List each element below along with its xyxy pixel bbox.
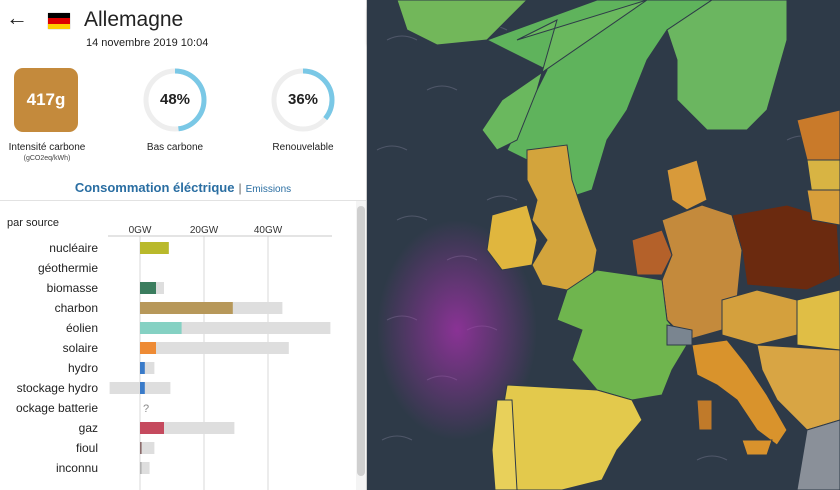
category-label: hydro <box>68 361 98 375</box>
portugal-region <box>491 399 518 490</box>
panel-scrollbar-thumb[interactable] <box>357 206 365 476</box>
production-chart: par source 0GW 20GW 40GW nucléaire géothermi… <box>0 206 356 490</box>
renewable-value: 36% <box>287 91 319 108</box>
tab-divider <box>0 200 366 201</box>
estonia-region <box>796 109 840 161</box>
stats-row: 417g Intensité carbone (gCO2eq/kWh) 48% … <box>0 64 366 174</box>
category-label: charbon <box>55 301 98 315</box>
production-bar <box>140 282 156 294</box>
low-carbon-value: 48% <box>159 91 191 108</box>
category-label: géothermie <box>38 261 98 275</box>
production-bar <box>140 442 142 454</box>
category-label: fioul <box>76 441 98 455</box>
country-panel: ← Allemagne 14 novembre 2019 10:04 417g … <box>0 0 367 490</box>
production-bar <box>140 382 145 394</box>
map-svg[interactable] <box>367 0 840 490</box>
x-tick-label: 40GW <box>254 225 283 236</box>
category-label: ockage batterie <box>16 401 98 415</box>
greece-region <box>796 419 840 490</box>
production-bar <box>140 242 169 254</box>
unknown-marker: ? <box>143 403 149 415</box>
category-label: nucléaire <box>49 241 98 255</box>
finland-region <box>666 0 788 131</box>
category-label: solaire <box>63 341 99 355</box>
tab-separator: | <box>238 181 242 195</box>
carbon-intensity-badge: 417g <box>14 68 78 132</box>
renewable-label: Renouvelable <box>272 142 334 153</box>
production-bar <box>140 362 145 374</box>
category-label: biomasse <box>47 281 99 295</box>
carbon-intensity-label: Intensité carbone <box>8 142 86 153</box>
category-label: inconnu <box>56 461 98 475</box>
sicily-region <box>741 439 773 456</box>
baltic-east-region <box>806 189 840 226</box>
production-chart-svg: 0GW 20GW 40GW nucléaire géothermie biomasse ch… <box>16 225 332 490</box>
capacity-bar <box>140 342 289 354</box>
germany-flag-icon <box>48 13 70 29</box>
back-arrow-icon[interactable]: ← <box>6 6 28 30</box>
category-label: gaz <box>79 421 98 435</box>
category-label: éolien <box>66 321 98 335</box>
slovakia-hungary-region <box>796 289 840 351</box>
chart-tabs: Consommation éléctrique | Emissions <box>0 180 366 200</box>
renewable-gauge: 36% <box>270 67 336 133</box>
tab-consumption[interactable]: Consommation éléctrique <box>75 180 235 195</box>
low-carbon-label: Bas carbone <box>146 142 204 153</box>
panel-header: ← Allemagne 14 novembre 2019 10:04 <box>0 0 366 60</box>
sardinia-region <box>696 399 713 431</box>
production-bar <box>140 422 164 434</box>
x-tick-label: 20GW <box>190 225 219 236</box>
production-bar <box>140 342 156 354</box>
denmark-region <box>666 159 708 211</box>
production-bar <box>140 322 182 334</box>
carbon-intensity-unit: (gCO2eq/kWh) <box>23 155 71 162</box>
czech-austria-region <box>721 289 798 346</box>
flag-stripe-gold <box>48 23 70 29</box>
production-bar <box>140 302 233 314</box>
low-carbon-gauge: 48% <box>142 67 208 133</box>
country-name: Allemagne <box>84 8 184 31</box>
spain-region <box>501 384 643 490</box>
production-bar <box>140 462 142 474</box>
europe-map[interactable] <box>367 0 840 490</box>
tab-emissions[interactable]: Emissions <box>246 184 292 195</box>
capacity-bar <box>140 442 155 454</box>
chart-title: par source <box>7 217 59 229</box>
data-timestamp: 14 novembre 2019 10:04 <box>86 37 209 49</box>
category-label: stockage hydro <box>17 381 99 395</box>
x-tick-label: 0GW <box>129 225 152 236</box>
netherlands-belgium-region <box>631 229 673 276</box>
ireland-region <box>486 204 538 271</box>
